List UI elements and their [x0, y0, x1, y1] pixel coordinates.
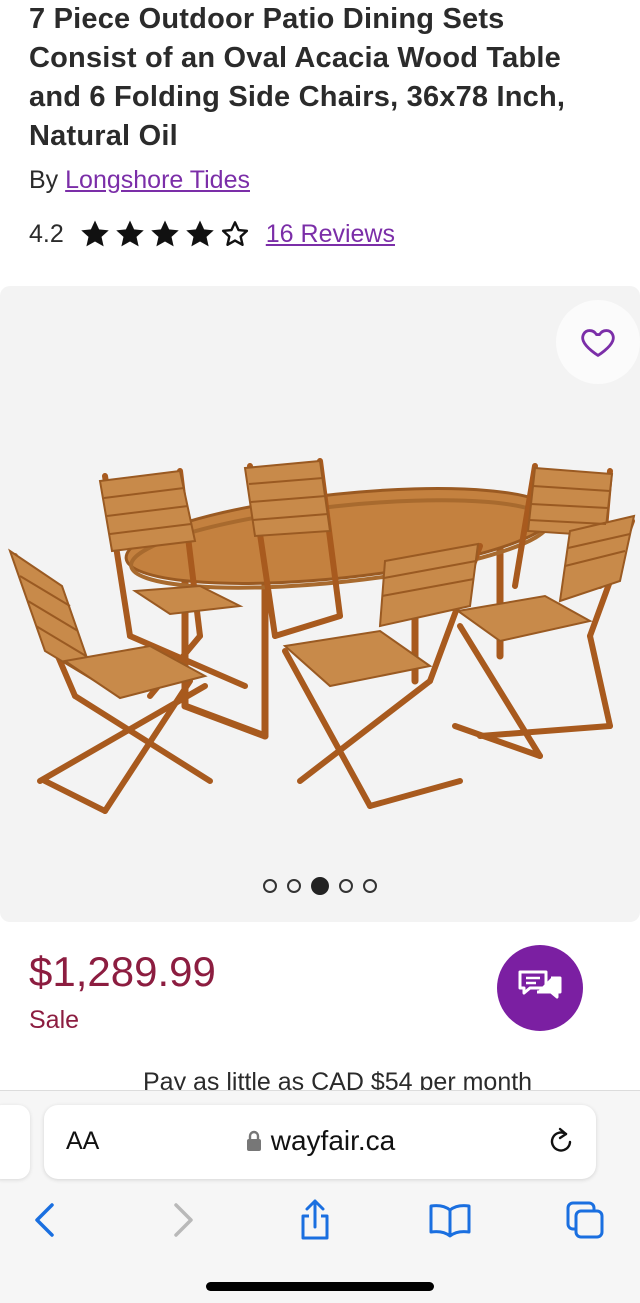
- rating-row: 4.2 16 Reviews: [29, 216, 395, 252]
- gallery-dot[interactable]: [363, 879, 377, 893]
- bookmarks-button[interactable]: [425, 1195, 475, 1245]
- gallery-dot[interactable]: [287, 879, 301, 893]
- product-gallery[interactable]: [0, 286, 640, 922]
- chat-icon: [518, 970, 562, 999]
- star-filled-icon: [116, 220, 144, 247]
- gallery-dot-active[interactable]: [311, 877, 329, 895]
- previous-tab[interactable]: [0, 1105, 30, 1179]
- chat-button[interactable]: [497, 945, 583, 1031]
- home-indicator[interactable]: [206, 1282, 434, 1291]
- gallery-dot[interactable]: [339, 879, 353, 893]
- browser-toolbar: [0, 1195, 640, 1245]
- bookmarks-icon: [429, 1204, 471, 1238]
- byline: By Longshore Tides: [29, 166, 250, 195]
- reviews-link[interactable]: 16 Reviews: [266, 220, 395, 249]
- star-filled-icon: [151, 220, 179, 247]
- gallery-dot[interactable]: [263, 879, 277, 893]
- star-empty-icon: [221, 221, 248, 246]
- price: $1,289.99: [29, 948, 216, 995]
- tabs-button[interactable]: [560, 1195, 610, 1245]
- back-icon: [35, 1203, 54, 1237]
- url-display[interactable]: wayfair.ca: [44, 1125, 596, 1157]
- lock-icon: [246, 1130, 261, 1151]
- rating-stars: [78, 217, 252, 251]
- star-filled-icon: [81, 220, 109, 247]
- forward-icon: [174, 1203, 193, 1237]
- gallery-pagination: [0, 877, 640, 895]
- reload-icon[interactable]: [546, 1125, 576, 1157]
- by-prefix: By: [29, 166, 59, 194]
- browser-chrome: AA wayfair.ca: [0, 1090, 640, 1303]
- product-title: 7 Piece Outdoor Patio Dining Sets Consis…: [29, 3, 566, 152]
- favorite-button[interactable]: [556, 300, 640, 384]
- rating-value: 4.2: [29, 219, 64, 248]
- tabs-icon: [566, 1201, 604, 1239]
- brand-link[interactable]: Longshore Tides: [65, 166, 250, 194]
- url-text: wayfair.ca: [270, 1125, 396, 1156]
- back-button[interactable]: [20, 1195, 70, 1245]
- share-button[interactable]: [290, 1195, 340, 1245]
- star-filled-icon: [186, 220, 214, 247]
- forward-button[interactable]: [158, 1195, 208, 1245]
- heart-icon: [581, 329, 615, 357]
- sale-label: Sale: [29, 1006, 80, 1034]
- share-icon: [301, 1199, 329, 1240]
- product-image[interactable]: [0, 436, 640, 816]
- address-bar[interactable]: AA wayfair.ca: [44, 1105, 596, 1179]
